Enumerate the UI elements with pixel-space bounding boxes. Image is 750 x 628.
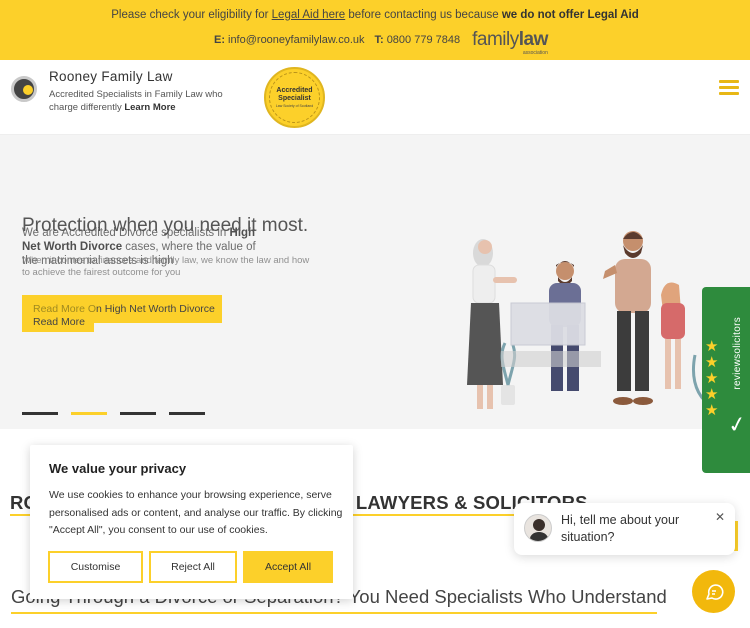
hero-title: Protection when you need it most.: [22, 215, 309, 236]
brand-name[interactable]: Rooney Family Law: [49, 69, 173, 84]
contact-line: E: info@rooneyfamilylaw.co.uk T: 0800 77…: [214, 29, 549, 56]
notice-prefix: Please check your eligibility for: [111, 9, 272, 21]
chat-prompt-bubble[interactable]: Hi, tell me about your situation? ✕: [514, 503, 735, 555]
review-solicitors-widget[interactable]: ★ ★ ★ ★ ★ reviewsolicitors ✓: [702, 287, 750, 473]
slide-dot-3[interactable]: [120, 412, 156, 415]
review-stars: ★ ★ ★ ★ ★: [705, 339, 718, 418]
cookie-title: We value your privacy: [49, 461, 187, 476]
slide-dot-2[interactable]: [71, 412, 107, 415]
legal-aid-link[interactable]: Legal Aid here: [272, 9, 346, 21]
slide-dot-4[interactable]: [169, 412, 205, 415]
chat-bubble-icon: [705, 583, 724, 600]
chat-close-icon[interactable]: ✕: [715, 510, 725, 524]
cookie-body: We use cookies to enhance your browsing …: [49, 489, 343, 536]
star-icon: ★: [705, 370, 719, 387]
star-icon: ★: [705, 354, 719, 371]
phone-link[interactable]: 0800 779 7848: [387, 34, 460, 46]
family-illustration: [467, 231, 707, 409]
read-more-button[interactable]: Read More: [22, 312, 94, 332]
star-icon: ★: [705, 402, 719, 419]
checkmark-icon: ✓: [725, 410, 749, 439]
chat-message: Hi, tell me about your situation?: [561, 513, 680, 544]
chat-agent-avatar: [524, 514, 552, 542]
chat-launcher-button[interactable]: [692, 570, 735, 613]
notice-emphasis: we do not offer Legal Aid: [501, 9, 639, 21]
slide-dot-1[interactable]: [22, 412, 58, 415]
phone-label: T:: [374, 34, 384, 46]
cookie-reject-all-button[interactable]: Reject All: [149, 551, 237, 583]
fla-logo-family: family: [472, 29, 519, 50]
slider-dots: [22, 412, 205, 415]
badge-ring: [269, 72, 320, 123]
section-heading-underline: [11, 612, 657, 614]
notice-middle: before contacting us because: [345, 9, 502, 21]
fla-logo-law: law: [518, 29, 549, 50]
brand-logo-icon[interactable]: [11, 76, 37, 102]
family-law-association-logo: family law association: [472, 29, 549, 56]
star-icon: ★: [705, 386, 719, 403]
learn-more-link[interactable]: Learn More: [124, 102, 175, 113]
legal-aid-notice: Please check your eligibility for Legal …: [0, 9, 750, 21]
brand-tagline: Accredited Specialists in Family Law who…: [49, 88, 249, 114]
star-icon: ★: [705, 338, 719, 355]
hero-slider: We are Accredited Divorce specialists in…: [0, 135, 750, 429]
read-more-button-label: n High Net Worth Divorce: [96, 303, 215, 315]
cookie-accept-all-button[interactable]: Accept All: [243, 551, 333, 583]
site-header: Rooney Family Law Accredited Specialists…: [0, 60, 750, 135]
hero-subtext: When it comes to finances and family law…: [22, 255, 310, 278]
email-label: E:: [214, 34, 225, 46]
accredited-specialist-badge: Accredited Specialist Law Society of Sco…: [264, 67, 325, 128]
cookie-consent-banner: We value your privacy We use cookies to …: [30, 445, 353, 599]
review-widget-label: reviewsolicitors: [732, 317, 743, 390]
hamburger-menu-icon[interactable]: [719, 80, 739, 96]
cookie-customise-button[interactable]: Customise: [48, 551, 143, 583]
notice-bar: Please check your eligibility for Legal …: [0, 0, 750, 60]
email-link[interactable]: info@rooneyfamilylaw.co.uk: [228, 34, 365, 46]
fla-logo-sub: association: [522, 50, 548, 56]
